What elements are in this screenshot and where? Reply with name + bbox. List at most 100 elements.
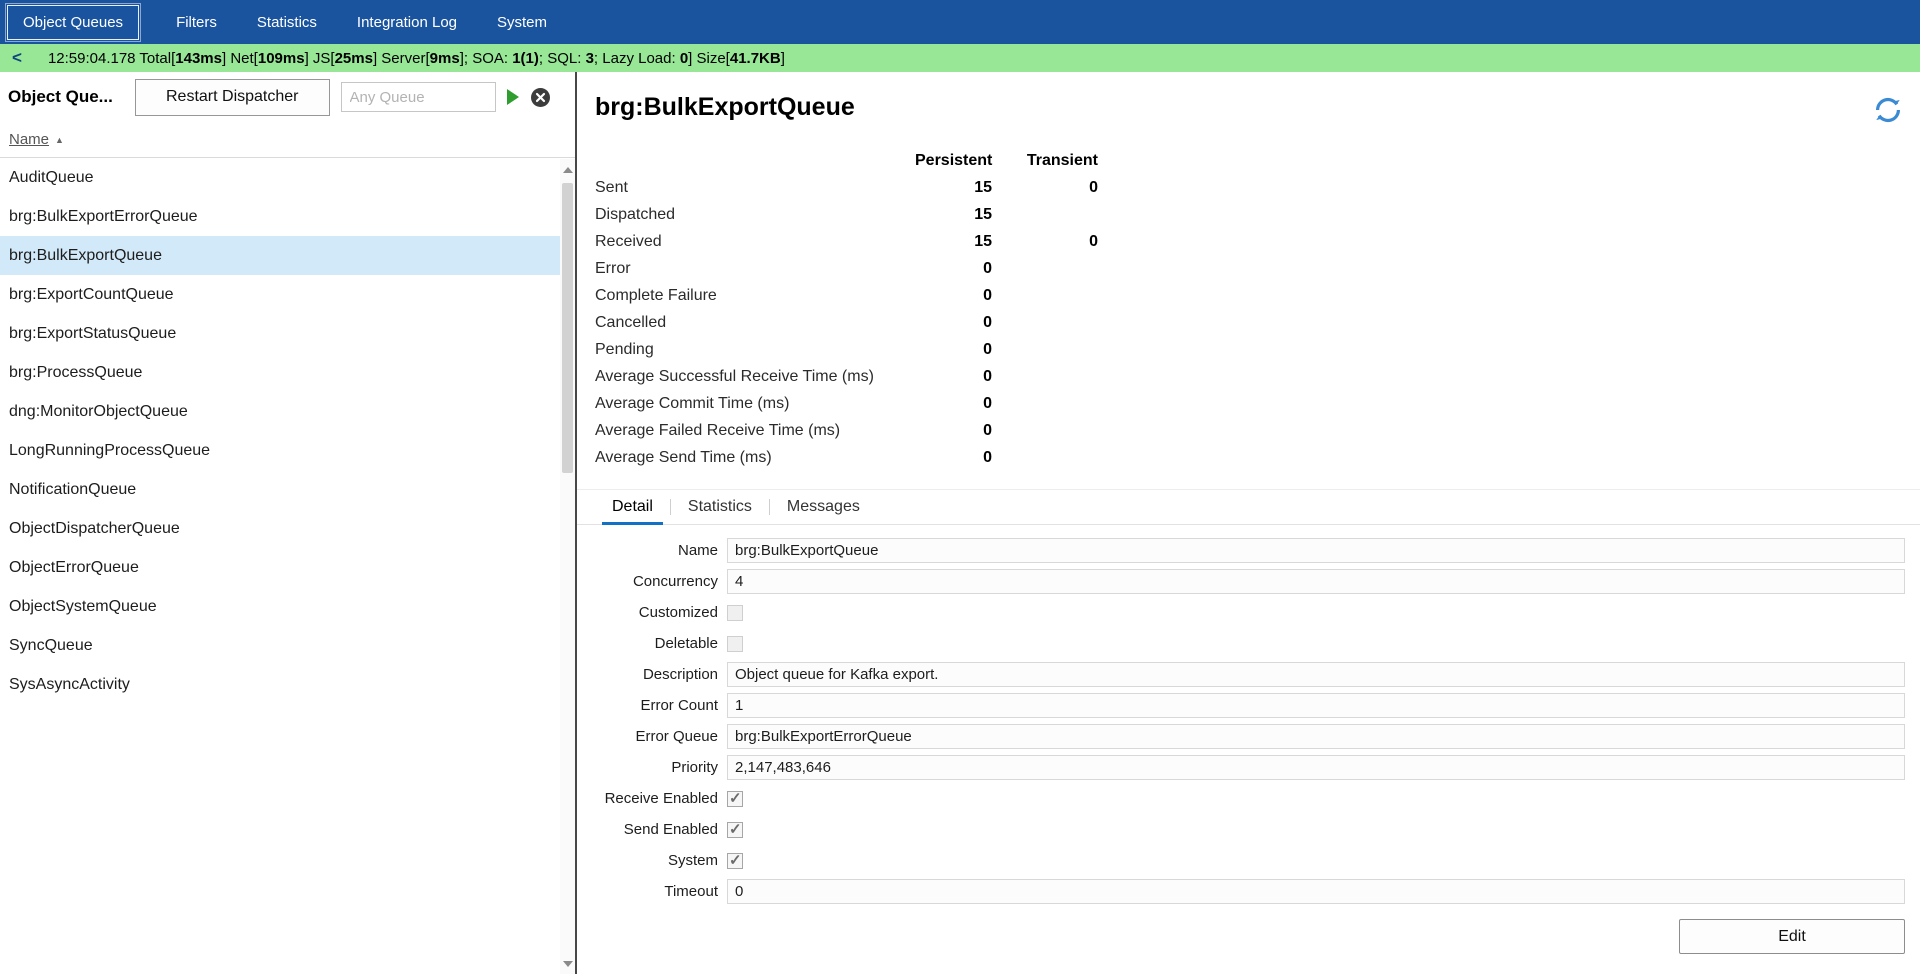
queue-list-item[interactable]: NotificationQueue: [0, 470, 575, 509]
stats-label: Received: [595, 233, 915, 251]
scrollbar-thumb[interactable]: [562, 183, 573, 473]
queue-list-item[interactable]: ObjectSystemQueue: [0, 587, 575, 626]
queue-list-item[interactable]: AuditQueue: [0, 158, 575, 197]
error-queue-field[interactable]: [727, 724, 1905, 749]
sidebar-scrollbar[interactable]: [560, 159, 575, 974]
nav-item-integration-log[interactable]: Integration Log: [342, 6, 472, 39]
sort-ascending-icon: ▲: [55, 135, 64, 145]
description-field[interactable]: [727, 662, 1905, 687]
tab-messages[interactable]: Messages: [772, 490, 875, 524]
top-nav: Object Queues Filters Statistics Integra…: [0, 0, 1920, 44]
main-split: Object Que... Restart Dispatcher Name ▲ …: [0, 72, 1920, 974]
queue-list-item-selected[interactable]: brg:BulkExportQueue: [0, 236, 575, 275]
tab-separator: [670, 499, 671, 515]
close-circle-icon: [530, 87, 551, 108]
customized-checkbox[interactable]: [727, 605, 743, 621]
status-segment: ]: [781, 50, 785, 67]
stats-row: Received 15 0: [595, 228, 1920, 255]
name-column-header[interactable]: Name ▲: [0, 122, 575, 158]
field-label-error-count: Error Count: [577, 697, 727, 714]
status-segment: ] Size[: [688, 50, 730, 67]
status-value: 0: [680, 50, 688, 67]
concurrency-field[interactable]: [727, 569, 1905, 594]
deletable-checkbox[interactable]: [727, 636, 743, 652]
stats-row: Error 0: [595, 255, 1920, 282]
name-column-label: Name: [9, 131, 49, 148]
stats-value-persistent: 0: [915, 341, 992, 359]
field-label-receive-enabled: Receive Enabled: [577, 790, 727, 807]
form-row: Receive Enabled: [577, 783, 1920, 814]
stats-row: Cancelled 0: [595, 309, 1920, 336]
form-row: Timeout: [577, 876, 1920, 907]
nav-item-statistics[interactable]: Statistics: [242, 6, 332, 39]
stats-row: Dispatched 15: [595, 201, 1920, 228]
form-row: Concurrency: [577, 566, 1920, 597]
error-count-field[interactable]: [727, 693, 1905, 718]
stats-value-persistent: 15: [915, 206, 992, 224]
queue-list-item[interactable]: brg:ExportCountQueue: [0, 275, 575, 314]
stats-label: Average Commit Time (ms): [595, 395, 915, 413]
refresh-icon[interactable]: [1872, 94, 1904, 131]
nav-item-object-queues[interactable]: Object Queues: [7, 5, 139, 40]
stats-value-persistent: 15: [915, 233, 992, 251]
system-checkbox[interactable]: [727, 853, 743, 869]
queue-list-item[interactable]: SysAsyncActivity: [0, 665, 575, 704]
stats-value-persistent: 0: [915, 260, 992, 278]
page-title: brg:BulkExportQueue: [595, 92, 855, 123]
status-value: 3: [586, 50, 594, 67]
status-value: 1(1): [512, 50, 539, 67]
nav-item-system[interactable]: System: [482, 6, 562, 39]
form-row: Customized: [577, 597, 1920, 628]
field-label-priority: Priority: [577, 759, 727, 776]
queue-list-item[interactable]: SyncQueue: [0, 626, 575, 665]
queue-list-item[interactable]: ObjectErrorQueue: [0, 548, 575, 587]
run-filter-icon[interactable]: [507, 89, 519, 105]
status-value: 109ms: [258, 50, 305, 67]
restart-dispatcher-button[interactable]: Restart Dispatcher: [135, 79, 330, 116]
field-label-concurrency: Concurrency: [577, 573, 727, 590]
status-segment: ] Server[: [373, 50, 430, 67]
status-value: 25ms: [335, 50, 373, 67]
nav-item-filters[interactable]: Filters: [161, 6, 232, 39]
field-label-name: Name: [577, 542, 727, 559]
stats-value-persistent: 0: [915, 422, 992, 440]
form-row: Description: [577, 659, 1920, 690]
profiling-status-text: 12:59:04.178 Total[143ms] Net[109ms] JS[…: [48, 50, 785, 67]
clear-filter-icon[interactable]: [530, 87, 551, 108]
stats-label: Error: [595, 260, 915, 278]
send-enabled-checkbox[interactable]: [727, 822, 743, 838]
status-segment: 12:59:04.178 Total[: [48, 50, 175, 67]
priority-field[interactable]: [727, 755, 1905, 780]
form-row: Error Queue: [577, 721, 1920, 752]
queue-list-item[interactable]: dng:MonitorObjectQueue: [0, 392, 575, 431]
stats-value-persistent: 0: [915, 314, 992, 332]
tab-detail[interactable]: Detail: [597, 490, 668, 524]
stats-label: Average Send Time (ms): [595, 449, 915, 467]
field-label-system: System: [577, 852, 727, 869]
form-row: Send Enabled: [577, 814, 1920, 845]
back-arrow[interactable]: <: [12, 48, 22, 68]
queue-list-item[interactable]: brg:BulkExportErrorQueue: [0, 197, 575, 236]
sidebar-header: Object Que... Restart Dispatcher: [0, 72, 575, 122]
tab-statistics[interactable]: Statistics: [673, 490, 767, 524]
queue-list-item[interactable]: brg:ExportStatusQueue: [0, 314, 575, 353]
stats-row: Average Commit Time (ms) 0: [595, 390, 1920, 417]
status-segment: ; SQL:: [539, 50, 586, 67]
timeout-field[interactable]: [727, 879, 1905, 904]
detail-form: Name Concurrency Customized Deletable De…: [577, 535, 1920, 907]
queue-list-item[interactable]: LongRunningProcessQueue: [0, 431, 575, 470]
queue-filter-input[interactable]: [341, 82, 496, 112]
queue-stats-table: Persistent Transient Sent 15 0 Dispatche…: [577, 147, 1920, 471]
stats-row: Pending 0: [595, 336, 1920, 363]
scroll-up-button[interactable]: [560, 161, 575, 178]
name-field[interactable]: [727, 538, 1905, 563]
detail-tab-bar: Detail Statistics Messages: [577, 489, 1920, 525]
receive-enabled-checkbox[interactable]: [727, 791, 743, 807]
status-value: 143ms: [175, 50, 222, 67]
queue-list-item[interactable]: ObjectDispatcherQueue: [0, 509, 575, 548]
edit-button[interactable]: Edit: [1679, 919, 1905, 954]
form-row: Error Count: [577, 690, 1920, 721]
stats-label: Cancelled: [595, 314, 915, 332]
scroll-down-button[interactable]: [560, 955, 575, 972]
queue-list-item[interactable]: brg:ProcessQueue: [0, 353, 575, 392]
